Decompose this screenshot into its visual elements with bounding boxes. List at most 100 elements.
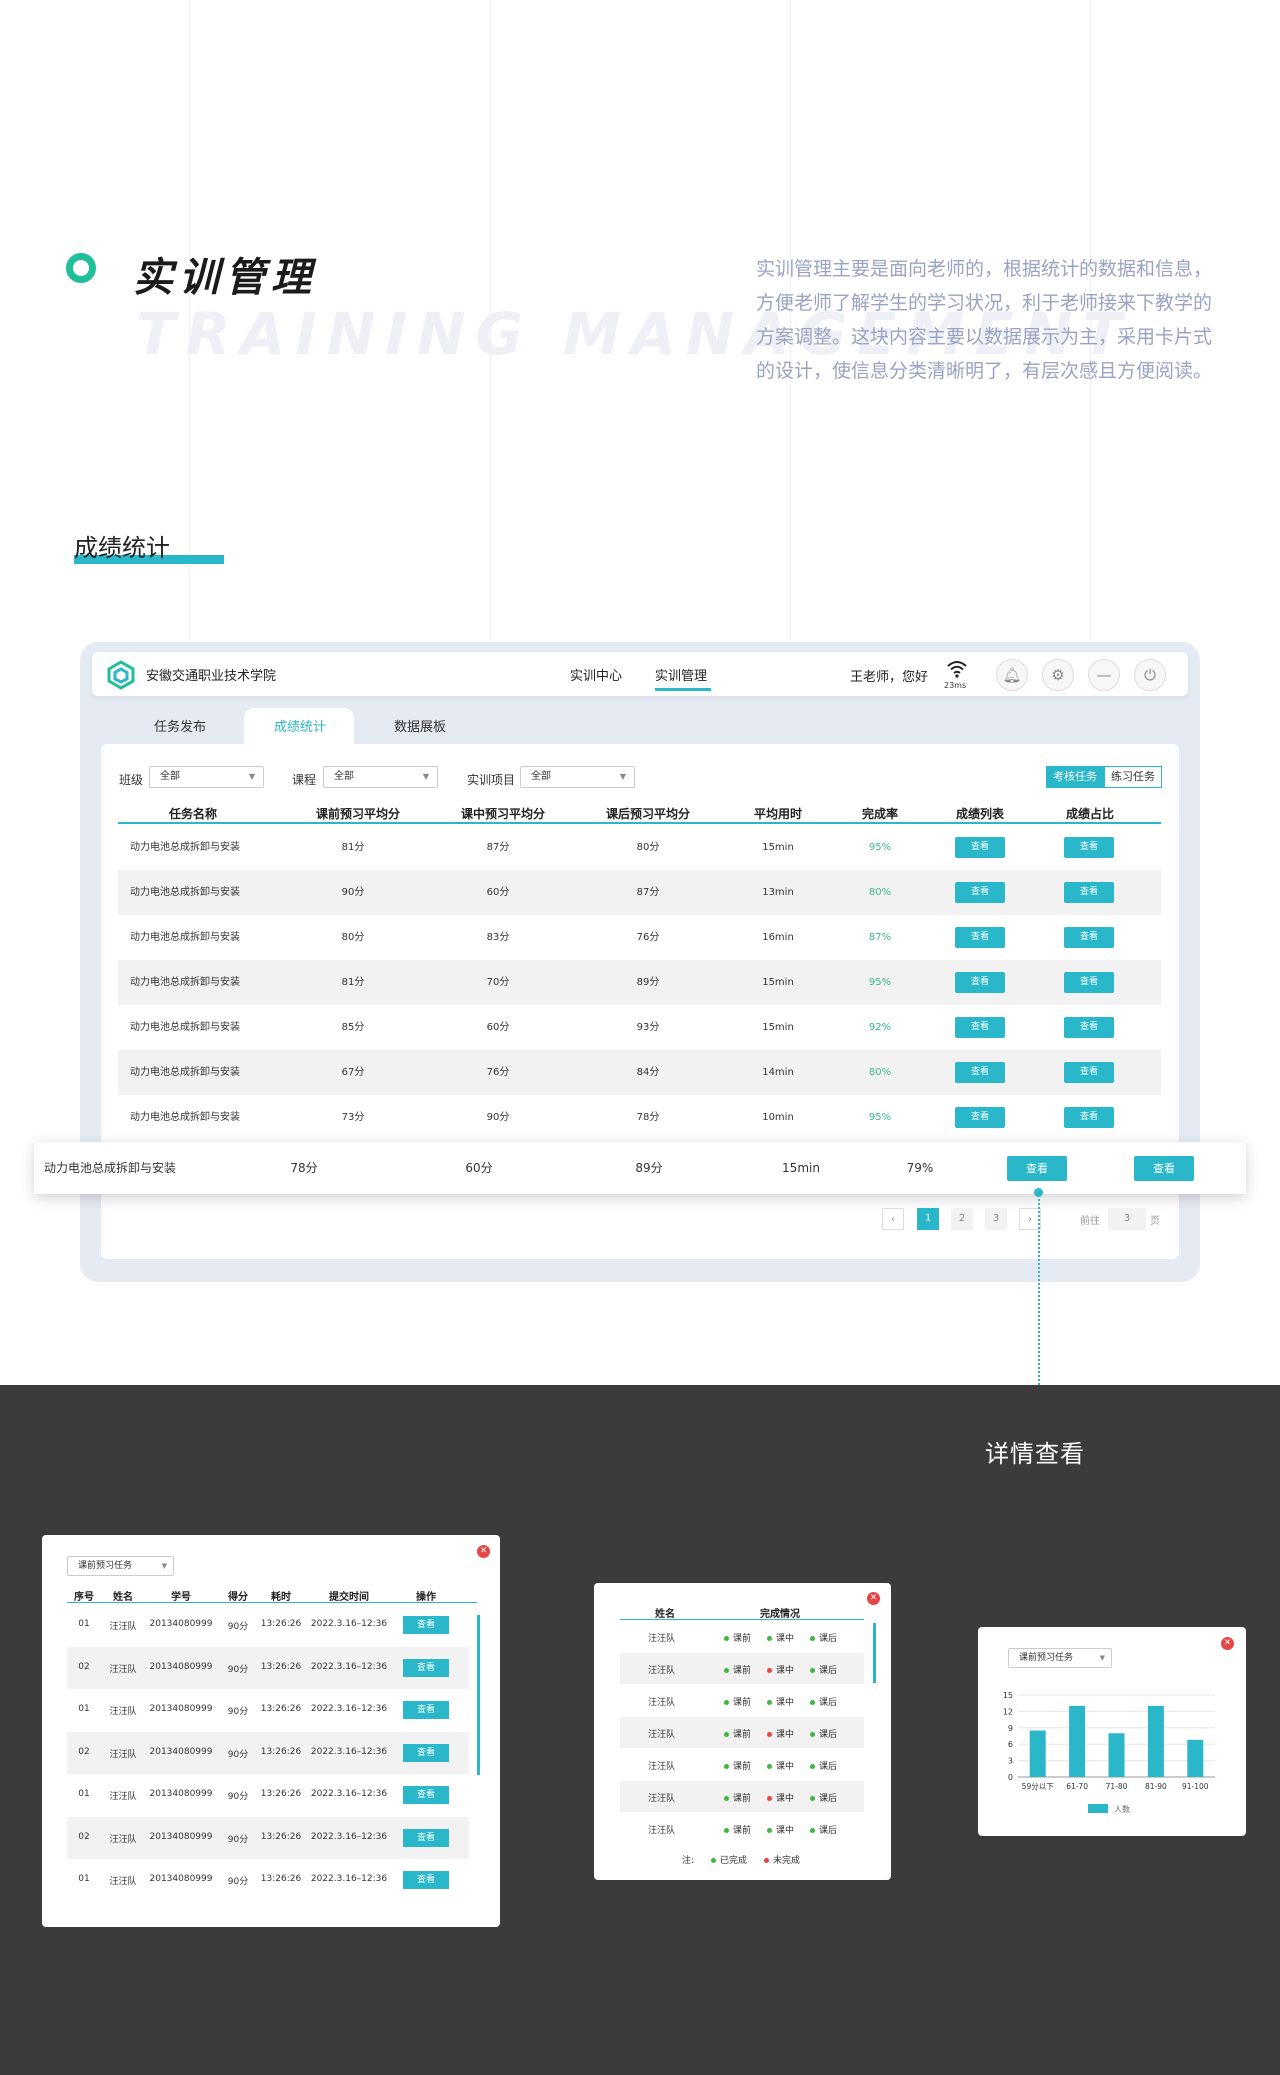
view-score-ratio-button[interactable]: 查看 [1064,1062,1114,1083]
tab-score-stats[interactable]: 成绩统计 [274,716,326,735]
nav-training-center[interactable]: 实训中心 [570,665,622,684]
toggle-exam-task[interactable]: 考核任务 [1046,766,1104,788]
cell-mid: 90分 [486,1112,510,1123]
view-score-ratio-button[interactable]: 查看 [1134,1156,1194,1181]
stage-label: 课前 [733,1634,752,1644]
stage-label: 课中 [776,1826,795,1836]
view-score-ratio-button[interactable]: 查看 [1064,837,1114,858]
table-cell: 20134080999 [149,1789,213,1799]
header-divider [118,822,1161,824]
view-score-ratio-button[interactable]: 查看 [1064,882,1114,903]
page-3[interactable]: 3 [985,1208,1007,1230]
cell-post: 84分 [636,1067,660,1078]
y-tick-label: 0 [1008,1773,1013,1782]
tab-task-publish[interactable]: 任务发布 [154,716,206,735]
class-select[interactable]: 全部 ▼ [149,766,264,788]
view-score-list-button[interactable]: 查看 [955,1017,1005,1038]
project-select[interactable]: 全部 ▼ [520,766,635,788]
view-score-ratio-button[interactable]: 查看 [1064,972,1114,993]
cell-task-name: 动力电池总成拆卸与安装 [130,977,240,988]
wifi-icon [947,661,967,678]
table-cell: 20134080999 [149,1704,213,1714]
page-2[interactable]: 2 [951,1208,973,1230]
table-cell: 90分 [227,1622,249,1632]
view-detail-button[interactable]: 查看 [403,1616,449,1634]
view-score-list-button[interactable]: 查看 [955,837,1005,858]
user-greeting: 王老师，您好 [850,670,929,685]
view-detail-button[interactable]: 查看 [403,1871,449,1889]
view-score-list-button[interactable]: 查看 [955,927,1005,948]
student-name: 汪汪队 [648,1730,676,1740]
view-score-list-button[interactable]: 查看 [1007,1156,1067,1181]
nav-training-management[interactable]: 实训管理 [655,665,707,684]
cell-mid: 60分 [486,887,510,898]
green-dot-icon [724,1700,729,1705]
course-select[interactable]: 全部 ▼ [323,766,438,788]
view-detail-button[interactable]: 查看 [403,1828,449,1847]
table-row: 动力电池总成拆卸与安装 85分 60分 93分 15min 92% 查看 查看 [118,1005,1161,1050]
view-score-list-button[interactable]: 查看 [955,882,1005,903]
stage-status: 课中 [767,1695,794,1708]
stage-label: 课中 [776,1730,795,1740]
table-cell: 汪汪队 [109,1707,137,1717]
settings-icon[interactable]: ⚙ [1042,659,1074,691]
view-detail-button[interactable]: 查看 [403,1658,449,1677]
card1-task-select[interactable]: 课前预习任务 ▼ [67,1556,174,1576]
prev-page-icon[interactable]: ‹ [882,1208,904,1230]
minimize-icon[interactable]: — [1088,659,1120,691]
table-cell: 汪汪队 [109,1877,137,1887]
stage-status: 课后 [810,1695,837,1708]
red-dot-icon [764,1858,769,1863]
power-icon[interactable]: ⏻ [1134,659,1166,691]
table-cell: 02 [78,1831,90,1842]
stage-status: 课中 [767,1663,794,1676]
card1-header-divider [67,1602,477,1603]
goto-page-input[interactable]: 3 [1108,1208,1146,1230]
table-row: 动力电池总成拆卸与安装 73分 90分 78分 10min 95% 查看 查看 [118,1095,1161,1140]
view-score-list-button[interactable]: 查看 [955,1062,1005,1083]
stage-label: 课中 [776,1698,795,1708]
green-dot-icon [767,1828,772,1833]
stage-status: 课前 [724,1663,751,1676]
view-detail-button[interactable]: 查看 [403,1743,449,1762]
green-dot-icon [810,1668,815,1673]
stage-status: 课中 [767,1727,794,1740]
stage-status: 课前 [724,1727,751,1740]
cell-rate: 80% [868,887,892,898]
bell-icon[interactable]: 🔔︎ [996,659,1028,691]
cell-time: 10min [762,1112,794,1123]
view-detail-button[interactable]: 查看 [403,1701,449,1719]
close-icon[interactable]: ✕ [867,1592,880,1605]
table-row: 动力电池总成拆卸与安装 81分 87分 80分 15min 95% 查看 查看 [118,825,1161,870]
connector-line [1038,1195,1040,1385]
highlighted-table-row[interactable]: 动力电池总成拆卸与安装 78分 60分 89分 15min 79% 查看 查看 [34,1142,1246,1194]
view-score-ratio-button[interactable]: 查看 [1064,1107,1114,1128]
school-name: 安徽交通职业技术学院 [146,669,277,684]
green-dot-icon [810,1700,815,1705]
view-detail-button[interactable]: 查看 [403,1786,449,1804]
view-score-ratio-button[interactable]: 查看 [1064,1017,1114,1038]
scrollbar[interactable] [873,1623,876,1683]
page-1[interactable]: 1 [917,1208,939,1230]
student-name: 汪汪队 [648,1794,676,1804]
cell-rate: 80% [868,1067,892,1078]
close-icon[interactable]: ✕ [477,1545,490,1558]
caret-down-icon: ▼ [422,772,429,781]
column-header: 耗时 [271,1592,291,1603]
toggle-practice-task[interactable]: 练习任务 [1104,766,1162,788]
goto-label: 前往 [1080,1216,1100,1227]
caret-down-icon: ▼ [619,772,626,781]
cell-time: 15min [762,977,794,988]
table-cell: 02 [78,1746,90,1757]
close-icon[interactable]: ✕ [1221,1637,1234,1650]
scrollbar[interactable] [477,1615,480,1775]
view-score-list-button[interactable]: 查看 [955,972,1005,993]
tab-data-board[interactable]: 数据展板 [394,716,446,735]
table-cell: 13:26:26 [260,1704,302,1714]
card3-task-select[interactable]: 课前预习任务 ▼ [1008,1648,1112,1668]
red-dot-icon [767,1732,772,1737]
view-score-ratio-button[interactable]: 查看 [1064,927,1114,948]
legend-todo: 未完成 [764,1853,800,1866]
view-score-list-button[interactable]: 查看 [955,1107,1005,1128]
column-header: 学号 [171,1592,191,1603]
